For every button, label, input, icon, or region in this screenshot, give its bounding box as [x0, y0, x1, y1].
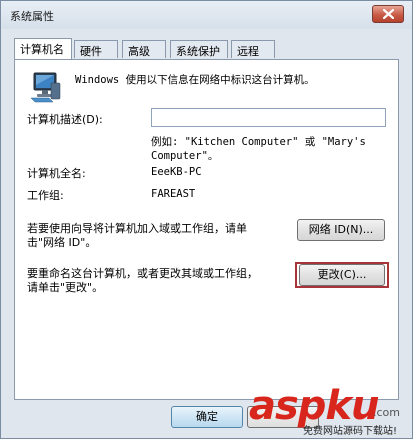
computer-description-input[interactable] — [151, 108, 386, 127]
title-bar[interactable]: 系统属性 — [1, 1, 412, 29]
watermark: aspku .com 免费网站源码下载站! — [249, 384, 413, 439]
workgroup-label: 工作组: — [27, 189, 64, 202]
full-name-value: EeeKB-PC — [151, 166, 202, 178]
workgroup-value: FAREAST — [151, 188, 196, 200]
rename-help-line2: 请单击"更改"。 — [27, 281, 104, 294]
intro-text: Windows 使用以下信息在网络中标识这台计算机。 — [75, 74, 315, 86]
change-button[interactable]: 更改(C)... — [299, 264, 385, 286]
full-name-label: 计算机全名: — [27, 167, 86, 180]
description-label: 计算机描述(D): — [27, 113, 103, 126]
example-text-line2: Computer"。 — [151, 150, 219, 162]
tab-computer-name[interactable]: 计算机名 — [14, 38, 72, 59]
network-id-help-line2: 击"网络 ID"。 — [27, 236, 97, 249]
tab-system-protection[interactable]: 系统保护 — [170, 40, 228, 58]
computer-name-panel: Windows 使用以下信息在网络中标识这台计算机。 计算机描述(D): 例如:… — [14, 59, 399, 400]
example-text-line1: 例如: "Kitchen Computer" 或 "Mary's — [151, 136, 366, 148]
close-icon — [383, 9, 394, 19]
computer-icon — [30, 72, 61, 103]
system-properties-window: 系统属性 计算机名 硬件 高级 系统保护 远程 Windows 使用以下信息在网… — [0, 0, 413, 439]
close-button[interactable] — [372, 5, 404, 23]
window-title: 系统属性 — [10, 10, 54, 23]
tab-remote[interactable]: 远程 — [231, 40, 275, 58]
network-id-button[interactable]: 网络 ID(N)... — [297, 219, 385, 241]
tab-hardware[interactable]: 硬件 — [74, 40, 118, 58]
tab-advanced[interactable]: 高级 — [122, 40, 166, 58]
watermark-domain: .com — [373, 406, 400, 419]
watermark-tagline: 免费网站源码下载站! — [303, 426, 398, 437]
ok-button[interactable]: 确定 — [171, 406, 243, 428]
